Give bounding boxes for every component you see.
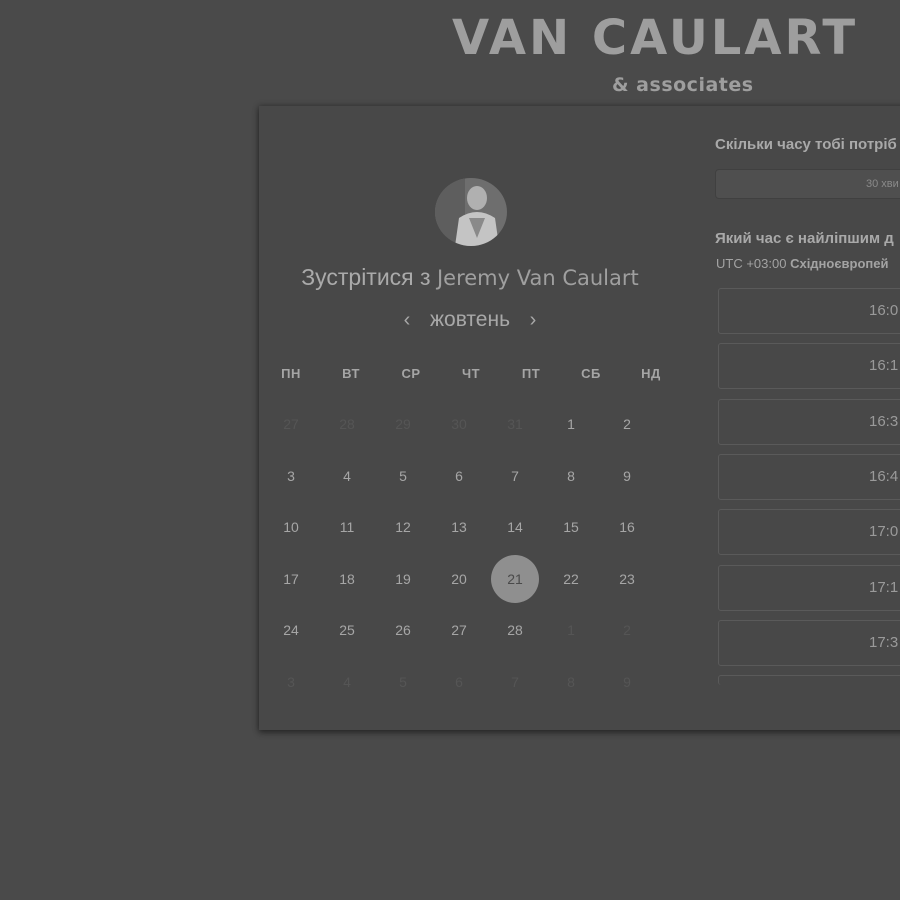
time-slot-label: 16:4: [869, 467, 899, 485]
duration-value: 30 хви: [866, 178, 899, 190]
calendar-day[interactable]: 11: [323, 503, 371, 551]
calendar-day-other-month: 7: [511, 674, 519, 690]
meeting-title: Зустрітися з Jeremy Van Caulart: [260, 264, 680, 291]
calendar-day[interactable]: 26: [379, 606, 427, 654]
weekday-label: ЧТ: [461, 366, 481, 381]
calendar-day[interactable]: 19: [379, 555, 427, 603]
calendar-day-other-month: 4: [343, 674, 351, 690]
calendar-day[interactable]: 9: [603, 452, 651, 500]
time-slot-label: 17:1: [869, 578, 899, 596]
calendar-day[interactable]: 6: [435, 452, 483, 500]
month-navigation: ‹ жовтень ›: [380, 308, 560, 332]
calendar-day[interactable]: 14: [491, 503, 539, 551]
time-slot-label: 16:1: [869, 357, 899, 375]
time-slot-partial[interactable]: [718, 675, 900, 685]
calendar-day[interactable]: 22: [547, 555, 595, 603]
month-label: жовтень: [429, 308, 511, 331]
brand-logo: VAN CAULART & associates: [452, 10, 900, 96]
calendar-day[interactable]: 28: [491, 606, 539, 654]
timezone-name: Східноєвропей: [790, 256, 889, 271]
weekday-label: ПН: [281, 366, 301, 381]
calendar-day-other-month: 29: [395, 416, 411, 432]
calendar-day[interactable]: 18: [323, 555, 371, 603]
calendar-day[interactable]: 4: [323, 452, 371, 500]
calendar-day[interactable]: 15: [547, 503, 595, 551]
calendar-day-other-month: 9: [623, 674, 631, 690]
time-slot[interactable]: 17:1: [718, 564, 900, 611]
calendar-day[interactable]: 3: [267, 452, 315, 500]
weekday-label: СР: [401, 366, 421, 381]
time-question: Який час є найліпшим д: [715, 230, 894, 247]
time-slot-label: 17:3: [869, 633, 899, 651]
weekday-label: ВТ: [342, 366, 360, 381]
time-slot[interactable]: 17:0: [718, 509, 900, 556]
calendar-day[interactable]: 16: [603, 503, 651, 551]
calendar-day[interactable]: 10: [267, 503, 315, 551]
time-slot[interactable]: 16:3: [718, 398, 900, 445]
next-month-button[interactable]: ›: [522, 309, 544, 332]
calendar-day[interactable]: 25: [323, 606, 371, 654]
time-slot[interactable]: 16:1: [718, 343, 900, 390]
calendar-day-other-month: 28: [339, 416, 355, 432]
brand-name: VAN CAULART: [452, 10, 859, 66]
meeting-prefix: Зустрітися з: [301, 264, 431, 290]
calendar-day-other-month: 31: [507, 416, 523, 432]
calendar-day[interactable]: 23: [603, 555, 651, 603]
duration-question: Скільки часу тобі потріб: [715, 136, 897, 153]
calendar-day[interactable]: 5: [379, 452, 427, 500]
person-avatar-icon: [435, 178, 507, 246]
calendar-day-other-month: 30: [451, 416, 467, 432]
host-avatar: [435, 178, 507, 246]
calendar-day-other-month: 3: [287, 674, 295, 690]
calendar-day[interactable]: 24: [267, 606, 315, 654]
timezone-label: UTC +03:00 Східноєвропей: [716, 256, 888, 271]
calendar-day[interactable]: 8: [547, 452, 595, 500]
calendar-day-other-month: 6: [455, 674, 463, 690]
time-slot[interactable]: 17:3: [718, 619, 900, 666]
calendar-day-other-month: 8: [567, 674, 575, 690]
timezone-offset: UTC +03:00: [716, 256, 787, 271]
calendar-day[interactable]: 7: [491, 452, 539, 500]
time-slot-label: 16:3: [869, 412, 899, 430]
weekday-label: НД: [641, 366, 661, 381]
calendar-day[interactable]: 13: [435, 503, 483, 551]
brand-subtitle: & associates: [612, 74, 754, 96]
calendar-day[interactable]: 27: [435, 606, 483, 654]
calendar-day[interactable]: 17: [267, 555, 315, 603]
prev-month-button[interactable]: ‹: [396, 309, 418, 332]
calendar-day[interactable]: 20: [435, 555, 483, 603]
duration-select[interactable]: 30 хви: [715, 169, 900, 199]
calendar-day-other-month: 1: [567, 622, 575, 638]
time-slot-label: 16:0: [869, 302, 899, 319]
time-slot-label: 17:0: [869, 523, 899, 541]
calendar-day-other-month: 2: [623, 622, 631, 638]
calendar-day[interactable]: 12: [379, 503, 427, 551]
calendar-day-other-month: 27: [283, 416, 299, 432]
weekday-label: ПТ: [521, 366, 541, 381]
calendar-day[interactable]: 1: [547, 400, 595, 448]
host-name: Jeremy Van Caulart: [436, 266, 639, 290]
time-slot[interactable]: 16:0: [718, 288, 900, 334]
calendar-day[interactable]: 2: [603, 400, 651, 448]
weekday-label: СБ: [581, 366, 601, 381]
time-slot[interactable]: 16:4: [718, 453, 900, 500]
calendar-day[interactable]: 21: [491, 555, 539, 603]
calendar-day-other-month: 5: [399, 674, 407, 690]
